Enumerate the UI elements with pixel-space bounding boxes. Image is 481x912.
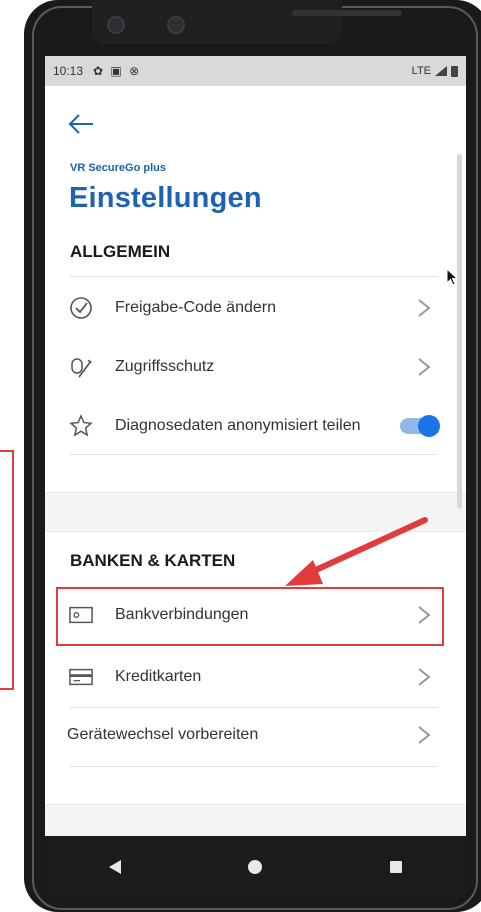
- chevron-right-icon: [418, 358, 431, 376]
- chevron-right-icon: [418, 668, 431, 686]
- battery-icon: [451, 66, 458, 77]
- notification-icons: ✿ ▣ ⊗: [93, 64, 142, 78]
- annotation-arrow: [285, 517, 428, 586]
- mouse-cursor-icon: [446, 268, 458, 286]
- status-bar: 10:13 ✿ ▣ ⊗ LTE: [45, 56, 466, 86]
- sensor-icon: [167, 16, 185, 34]
- settings-item-zugriffsschutz[interactable]: Zugriffsschutz: [69, 340, 438, 394]
- nav-back-icon[interactable]: [95, 847, 135, 887]
- credit-card-icon: [69, 665, 93, 689]
- item-label: Freigabe-Code ändern: [115, 299, 276, 316]
- nav-home-icon[interactable]: [235, 847, 275, 887]
- item-label: Diagnosedaten anonymisiert teilen: [115, 417, 361, 434]
- star-icon: [69, 414, 93, 438]
- toggle-knob: [418, 415, 440, 437]
- section-separator: [45, 804, 466, 836]
- divider: [69, 766, 438, 767]
- page-title: Einstellungen: [69, 182, 262, 214]
- network-label: LTE: [411, 65, 431, 77]
- status-time: 10:13: [53, 64, 84, 78]
- divider: [69, 276, 438, 277]
- phone-notch: [92, 0, 402, 44]
- section-title-general: ALLGEMEIN: [70, 242, 171, 261]
- app-screen: 10:13 ✿ ▣ ⊗ LTE VR SecureGo plus Einstel…: [45, 56, 466, 836]
- divider: [69, 454, 438, 455]
- annotation-highlight-box: [56, 587, 444, 646]
- nav-recents-icon[interactable]: [376, 847, 416, 887]
- scrollbar[interactable]: [457, 154, 462, 509]
- background-annotation-box: [0, 450, 14, 690]
- fingerprint-pen-icon: [69, 355, 93, 379]
- settings-item-geraetewechsel[interactable]: Gerätewechsel vorbereiten: [67, 708, 438, 762]
- back-arrow-icon[interactable]: [67, 112, 95, 136]
- speaker-grille: [292, 10, 402, 16]
- diagnose-toggle[interactable]: [400, 415, 440, 437]
- system-nav-bar: [45, 836, 466, 898]
- item-label: Kreditkarten: [115, 668, 202, 685]
- settings-item-kreditkarten[interactable]: Kreditkarten: [69, 650, 438, 704]
- settings-item-freigabe-code[interactable]: Freigabe-Code ändern: [69, 281, 438, 335]
- section-title-banks: BANKEN & KARTEN: [70, 551, 236, 570]
- check-circle-icon: [69, 296, 93, 320]
- settings-item-diagnosedaten[interactable]: Diagnosedaten anonymisiert teilen: [69, 399, 440, 453]
- chevron-right-icon: [418, 726, 431, 744]
- status-right: LTE: [412, 65, 458, 77]
- camera-icon: [107, 16, 125, 34]
- item-label: Zugriffsschutz: [115, 358, 215, 375]
- app-name: VR SecureGo plus: [70, 162, 166, 174]
- signal-icon: [435, 66, 447, 76]
- chevron-right-icon: [418, 299, 431, 317]
- item-label: Gerätewechsel vorbereiten: [67, 726, 259, 743]
